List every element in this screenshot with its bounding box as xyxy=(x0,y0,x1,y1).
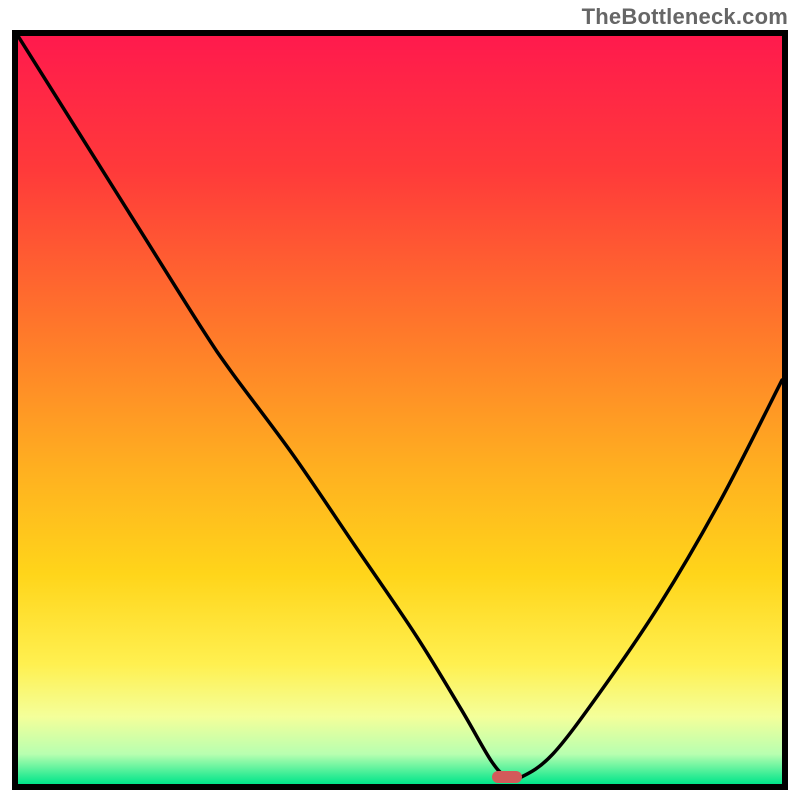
optimal-marker xyxy=(492,771,523,783)
watermark-text: TheBottleneck.com xyxy=(582,4,788,30)
chart-container: TheBottleneck.com xyxy=(0,0,800,800)
bottleneck-curve xyxy=(18,36,782,784)
chart-frame xyxy=(12,30,788,790)
